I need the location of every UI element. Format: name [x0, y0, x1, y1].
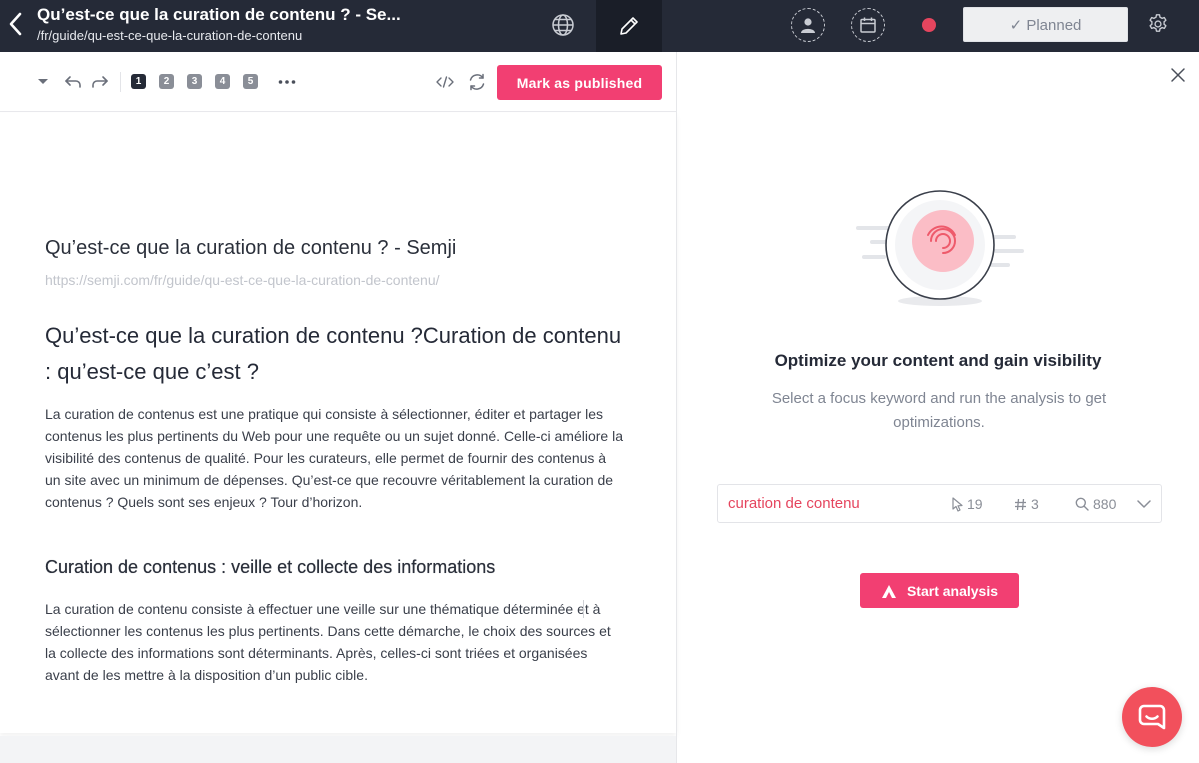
undo-button[interactable] — [63, 72, 83, 92]
document-paragraph-1[interactable]: La curation de contenus est une pratique… — [45, 403, 625, 513]
top-bar: Qu’est-ce que la curation de contenu ? -… — [0, 0, 1199, 52]
refresh-button[interactable] — [466, 71, 488, 93]
keyword-position: 3 — [1014, 496, 1039, 512]
due-date-button[interactable] — [851, 8, 885, 42]
back-button[interactable] — [4, 10, 26, 38]
more-icon — [278, 80, 296, 84]
more-options-button[interactable] — [277, 72, 297, 92]
editor-canvas[interactable]: Qu’est-ce que la curation de contenu ? -… — [0, 113, 676, 733]
chat-support-button[interactable] — [1122, 687, 1182, 747]
edit-mode-button[interactable] — [596, 0, 662, 52]
seo-title[interactable]: Qu’est-ce que la curation de contenu ? -… — [45, 237, 456, 260]
publish-label: Mark as published — [516, 74, 643, 91]
heading-3-button[interactable]: 3 — [187, 74, 202, 89]
code-icon — [436, 76, 454, 88]
toolbar-divider — [120, 72, 121, 92]
keyword-clicks-value: 19 — [967, 496, 983, 512]
mark-as-published-button[interactable]: Mark as published — [497, 65, 662, 100]
close-panel-button[interactable] — [1169, 66, 1187, 84]
html-view-button[interactable] — [435, 72, 455, 92]
document-heading-2[interactable]: Curation de contenus : veille et collect… — [45, 557, 495, 578]
panel-divider — [676, 52, 677, 763]
heading-4-button[interactable]: 4 — [215, 74, 230, 89]
format-dropdown[interactable] — [34, 73, 52, 91]
calendar-icon — [860, 17, 876, 33]
undo-icon — [65, 76, 81, 88]
analysis-illustration — [856, 190, 1024, 306]
refresh-icon — [469, 73, 485, 91]
focus-keyword-select[interactable]: curation de contenu 19 3 880 — [717, 484, 1162, 523]
panel-subtext: Select a focus keyword and run the analy… — [771, 390, 1107, 431]
chevron-down-icon — [1137, 500, 1151, 508]
back-arrow-icon — [9, 12, 22, 36]
keyword-volume-value: 880 — [1093, 496, 1117, 512]
text-cursor — [583, 600, 584, 618]
settings-button[interactable] — [1146, 12, 1170, 36]
keyword-volume: 880 — [1075, 496, 1116, 512]
editor-footer-area — [0, 736, 676, 763]
start-analysis-label: Start analysis — [906, 582, 999, 599]
caret-down-icon — [38, 79, 48, 84]
heading-1-button[interactable]: 1 — [131, 74, 146, 89]
document-heading-1[interactable]: Qu’est-ce que la curation de contenu ?Cu… — [45, 318, 625, 390]
document-url: /fr/guide/qu-est-ce-que-la-curation-de-c… — [37, 28, 303, 43]
chat-icon — [1138, 704, 1166, 730]
search-icon — [1075, 497, 1089, 511]
start-analysis-button[interactable]: Start analysis — [860, 573, 1019, 608]
pencil-icon — [620, 17, 638, 35]
focus-keyword-text: curation de contenu — [728, 495, 860, 512]
seo-url: https://semji.com/fr/guide/qu-est-ce-que… — [45, 272, 440, 288]
planned-status-label: ✓ Planned — [1009, 16, 1082, 34]
editor-toolbar: 1 2 3 4 5 Mark as published — [0, 52, 676, 112]
user-icon — [801, 18, 815, 33]
semji-logo-icon — [881, 584, 896, 598]
document-paragraph-2[interactable]: La curation de contenu consiste à effect… — [45, 598, 625, 686]
redo-button[interactable] — [90, 72, 110, 92]
language-button[interactable] — [550, 12, 576, 38]
cursor-icon — [952, 496, 963, 512]
heading-2-button[interactable]: 2 — [159, 74, 174, 89]
heading-5-button[interactable]: 5 — [243, 74, 258, 89]
close-icon — [1171, 68, 1185, 82]
status-dot — [922, 18, 936, 32]
globe-icon — [552, 14, 574, 36]
panel-heading: Optimize your content and gain visibilit… — [774, 351, 1102, 370]
keyword-position-value: 3 — [1031, 496, 1039, 512]
keyword-clicks: 19 — [952, 496, 983, 512]
assign-user-button[interactable] — [791, 8, 825, 42]
planned-status-button[interactable]: ✓ Planned — [963, 7, 1128, 42]
hash-icon — [1015, 498, 1026, 510]
document-title: Qu’est-ce que la curation de contenu ? -… — [37, 5, 401, 24]
redo-icon — [92, 76, 108, 88]
gear-icon — [1149, 14, 1167, 32]
